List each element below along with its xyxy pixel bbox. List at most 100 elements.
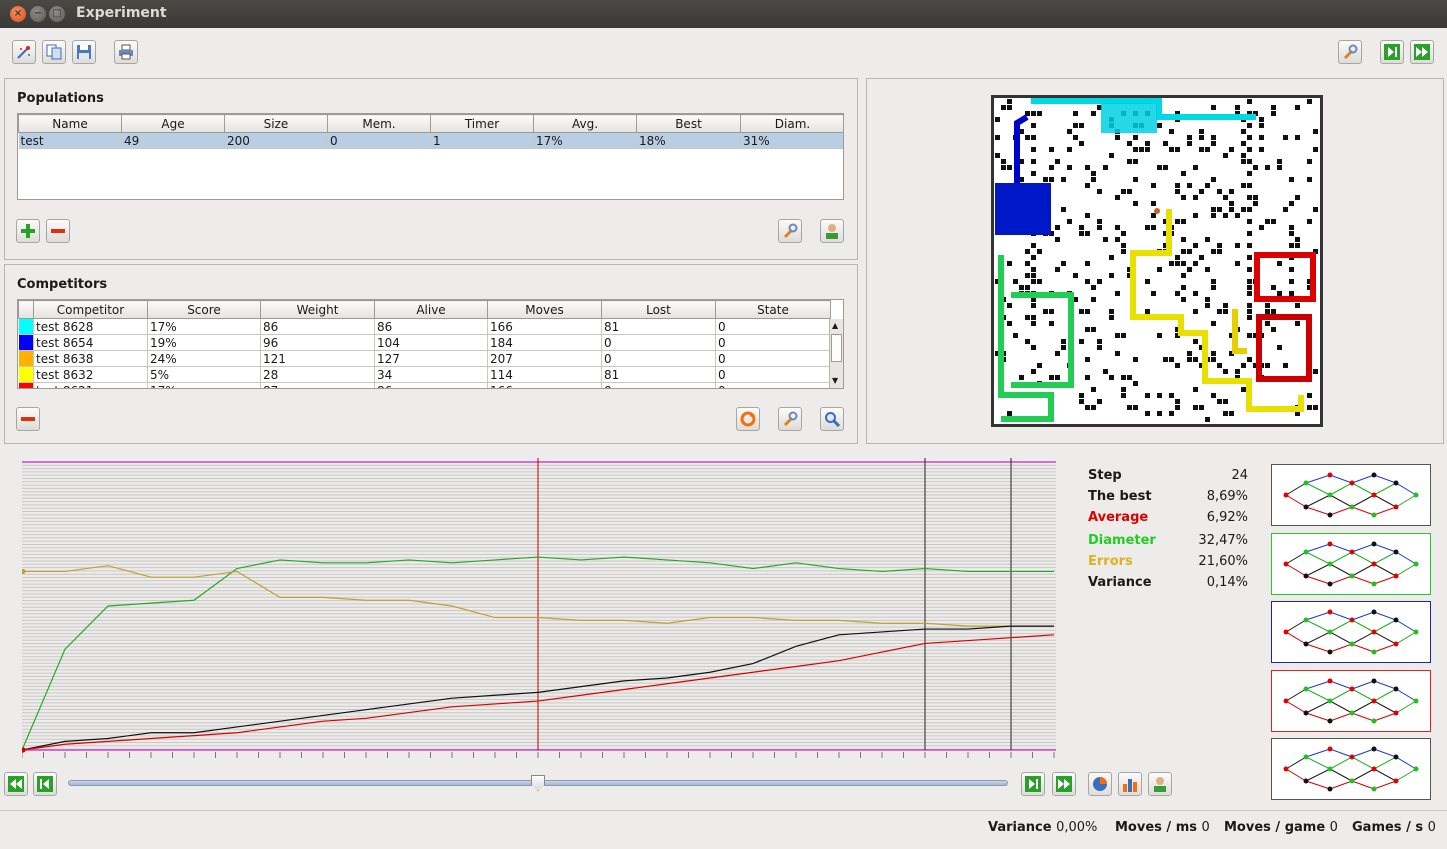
population-row[interactable]: test 49 200 0 1 17% 18% 31% — [18, 132, 843, 149]
color-swatch — [18, 383, 33, 388]
window-minimize-button[interactable]: − — [30, 6, 46, 22]
bar-chart-button[interactable] — [1118, 772, 1142, 796]
forward-end-button[interactable] — [1052, 772, 1076, 796]
population-cell: 1 — [430, 132, 534, 149]
snake-blue-body — [995, 183, 1051, 235]
competitor-row[interactable]: test 8628 17% 86 86 166 81 0 — [18, 318, 831, 335]
arena-obstacle — [1091, 285, 1096, 290]
competitors-col-header[interactable]: Score — [147, 300, 261, 319]
network-graph-icon — [1283, 541, 1419, 587]
arena-obstacle — [1013, 279, 1018, 284]
populations-col-header[interactable]: Avg. — [533, 114, 637, 133]
populations-col-header[interactable]: Best — [636, 114, 741, 133]
settings-button[interactable] — [1338, 40, 1362, 64]
competitors-col-header[interactable]: Lost — [601, 300, 716, 319]
settings-wrench-icon — [1343, 44, 1358, 60]
competitor-cell: 81 — [601, 366, 716, 383]
network-thumbnail-4[interactable] — [1271, 670, 1431, 732]
competitor-row[interactable]: test 8632 5% 28 34 114 81 0 — [18, 366, 831, 383]
populations-col-header[interactable]: Diam. — [740, 114, 843, 133]
status-games-s: Games / s 0 — [1352, 820, 1436, 835]
arena-obstacle — [1157, 393, 1162, 398]
arena-obstacle — [1241, 207, 1246, 212]
remove-population-button[interactable] — [46, 219, 70, 243]
print-button[interactable] — [114, 40, 138, 64]
history-slider[interactable] — [68, 775, 1008, 791]
chart-series-start-point — [22, 747, 26, 753]
step-back-button[interactable] — [33, 772, 57, 796]
population-settings-button[interactable] — [778, 219, 802, 243]
arena-obstacle — [1079, 141, 1084, 146]
competitor-row[interactable]: test 8654 19% 96 104 184 0 0 — [18, 334, 831, 351]
arena-obstacle — [1181, 171, 1186, 176]
populations-col-header[interactable]: Timer — [430, 114, 534, 133]
window-close-button[interactable]: × — [10, 6, 26, 22]
scroll-up-icon[interactable]: ▲ — [832, 321, 838, 330]
network-thumbnail-5[interactable] — [1271, 738, 1431, 800]
arena-obstacle — [1067, 165, 1072, 170]
fast-forward-icon — [1056, 776, 1072, 792]
arena-obstacle — [1187, 351, 1192, 356]
arena-obstacle — [1259, 135, 1264, 140]
arena-obstacle — [1181, 195, 1186, 200]
add-population-button[interactable] — [16, 219, 40, 243]
arena-obstacle — [1247, 207, 1252, 212]
step-forward-button[interactable] — [1380, 40, 1404, 64]
arena-obstacle — [1061, 207, 1066, 212]
arena-obstacle — [1265, 321, 1270, 326]
network-thumbnail-3[interactable] — [1271, 601, 1431, 663]
competitor-cell: 184 — [487, 334, 602, 351]
arena-obstacle — [1049, 165, 1054, 170]
window-maximize-button[interactable]: □ — [49, 6, 65, 22]
arena-obstacle — [1217, 207, 1222, 212]
populations-col-header[interactable]: Size — [224, 114, 328, 133]
arena-obstacle — [1205, 297, 1210, 302]
copy-button[interactable] — [42, 40, 66, 64]
pie-chart-button[interactable] — [1088, 772, 1112, 796]
competitor-row[interactable]: test 862117%878616600 — [18, 382, 831, 388]
close-icon: × — [13, 8, 23, 19]
arena-obstacle — [1079, 231, 1084, 236]
arena-obstacle — [1235, 261, 1240, 266]
arena-obstacle — [1175, 363, 1180, 368]
arena-obstacle — [1295, 195, 1300, 200]
inspect-competitor-button[interactable] — [820, 407, 844, 431]
new-experiment-button[interactable] — [12, 40, 36, 64]
scroll-down-icon[interactable]: ▼ — [832, 376, 838, 385]
competitors-col-header[interactable]: Weight — [260, 300, 375, 319]
history-slider-thumb[interactable] — [531, 775, 545, 791]
competitors-col-header[interactable]: Competitor — [33, 300, 148, 319]
save-button[interactable] — [72, 40, 96, 64]
arena-obstacle — [1163, 357, 1168, 362]
scroll-thumb[interactable] — [831, 334, 842, 362]
arena-obstacle — [1007, 411, 1012, 416]
competitors-scrollbar[interactable]: ▲ ▼ — [829, 319, 843, 388]
network-thumbnail-1[interactable] — [1271, 464, 1431, 526]
refresh-competitors-button[interactable] — [736, 407, 760, 431]
user-view-button[interactable] — [1148, 772, 1172, 796]
competitors-col-header[interactable]: Moves — [487, 300, 602, 319]
fast-forward-button[interactable] — [1410, 40, 1434, 64]
competitor-settings-button[interactable] — [778, 407, 802, 431]
populations-col-header[interactable]: Mem. — [327, 114, 431, 133]
competitors-col-header[interactable]: State — [715, 300, 831, 319]
arena-obstacle — [1193, 357, 1198, 362]
arena-obstacle — [1223, 303, 1228, 308]
arena-obstacle — [1241, 387, 1246, 392]
competitor-row[interactable]: test 8638 24% 121 127 207 0 0 — [18, 350, 831, 367]
network-thumbnail-2[interactable] — [1271, 533, 1431, 595]
color-swatch — [18, 335, 33, 350]
population-user-button[interactable] — [820, 219, 844, 243]
arena-obstacle — [1247, 159, 1252, 164]
rewind-start-button[interactable] — [4, 772, 28, 796]
arena-obstacle — [1001, 105, 1006, 110]
populations-col-header[interactable]: Age — [121, 114, 225, 133]
populations-title: Populations — [17, 91, 104, 106]
arena-obstacle — [1055, 237, 1060, 242]
competitors-col-header[interactable]: Alive — [374, 300, 488, 319]
arena-obstacle — [1181, 261, 1186, 266]
remove-competitor-button[interactable] — [16, 407, 40, 431]
arena-obstacle — [1295, 237, 1300, 242]
populations-col-header[interactable]: Name — [18, 114, 122, 133]
step-forward-history-button[interactable] — [1021, 772, 1045, 796]
